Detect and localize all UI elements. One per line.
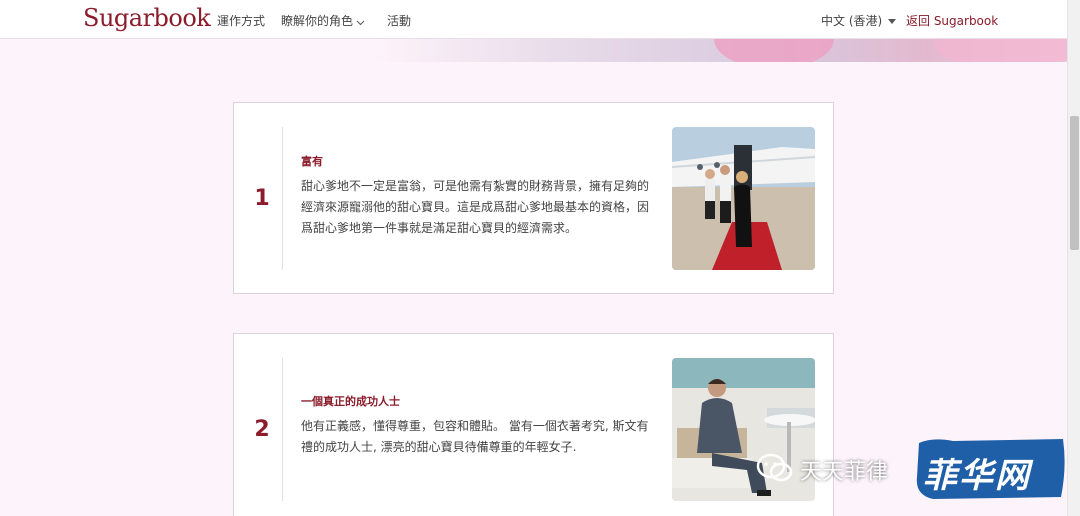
language-selector[interactable]: 中文 (香港) bbox=[821, 12, 897, 29]
hero-image-strip bbox=[374, 39, 1067, 62]
nav-events[interactable]: 活動 bbox=[387, 12, 411, 29]
card-description: 他有正義感，懂得尊重，包容和體貼。 當有一個衣著考究, 斯文有禮的成功人士, 漂… bbox=[301, 419, 649, 454]
back-to-sugarbook-link[interactable]: 返回 Sugarbook bbox=[906, 12, 998, 29]
card-title: 一個真正的成功人士 bbox=[301, 395, 400, 408]
card-divider bbox=[282, 127, 283, 270]
top-nav-bar: Sugarbook 運作方式 瞭解你的角色 活動 中文 (香港) 返回 Suga… bbox=[0, 0, 1067, 39]
watermark: 天天菲律 菲华网 bbox=[755, 439, 1065, 500]
private-jet-photo bbox=[672, 127, 815, 270]
watermark-badge-text: 菲华网 bbox=[923, 456, 1031, 496]
trait-card: 1 富有 甜心爹地不一定是富翁，可是他需有紮實的財務背景，擁有足夠的經濟來源寵溺… bbox=[233, 102, 834, 294]
card-number: 1 bbox=[254, 186, 270, 211]
nav-know-your-role[interactable]: 瞭解你的角色 bbox=[281, 12, 365, 29]
card-description: 甜心爹地不一定是富翁，可是他需有紮實的財務背景，擁有足夠的經濟來源寵溺他的甜心寶… bbox=[301, 179, 650, 235]
card-divider bbox=[282, 358, 283, 501]
vertical-scrollbar[interactable] bbox=[1067, 0, 1080, 516]
flower-petal-shape bbox=[934, 39, 1067, 62]
sugarbook-logo[interactable]: Sugarbook bbox=[83, 4, 211, 32]
nav-know-your-role-label: 瞭解你的角色 bbox=[281, 14, 354, 28]
scrollbar-thumb[interactable] bbox=[1070, 116, 1079, 250]
language-label: 中文 (香港) bbox=[821, 14, 883, 28]
chevron-down-icon bbox=[356, 15, 365, 29]
flower-petal-shape bbox=[714, 39, 834, 62]
card-number: 2 bbox=[254, 417, 270, 442]
wechat-icon bbox=[756, 453, 793, 482]
caret-down-icon bbox=[888, 19, 897, 24]
trait-card: 2 一個真正的成功人士 他有正義感，懂得尊重，包容和體貼。 當有一個衣著考究, … bbox=[233, 333, 834, 516]
watermark-text: 天天菲律 bbox=[800, 460, 889, 485]
nav-how-it-works[interactable]: 運作方式 bbox=[217, 12, 265, 29]
card-title: 富有 bbox=[301, 155, 323, 168]
